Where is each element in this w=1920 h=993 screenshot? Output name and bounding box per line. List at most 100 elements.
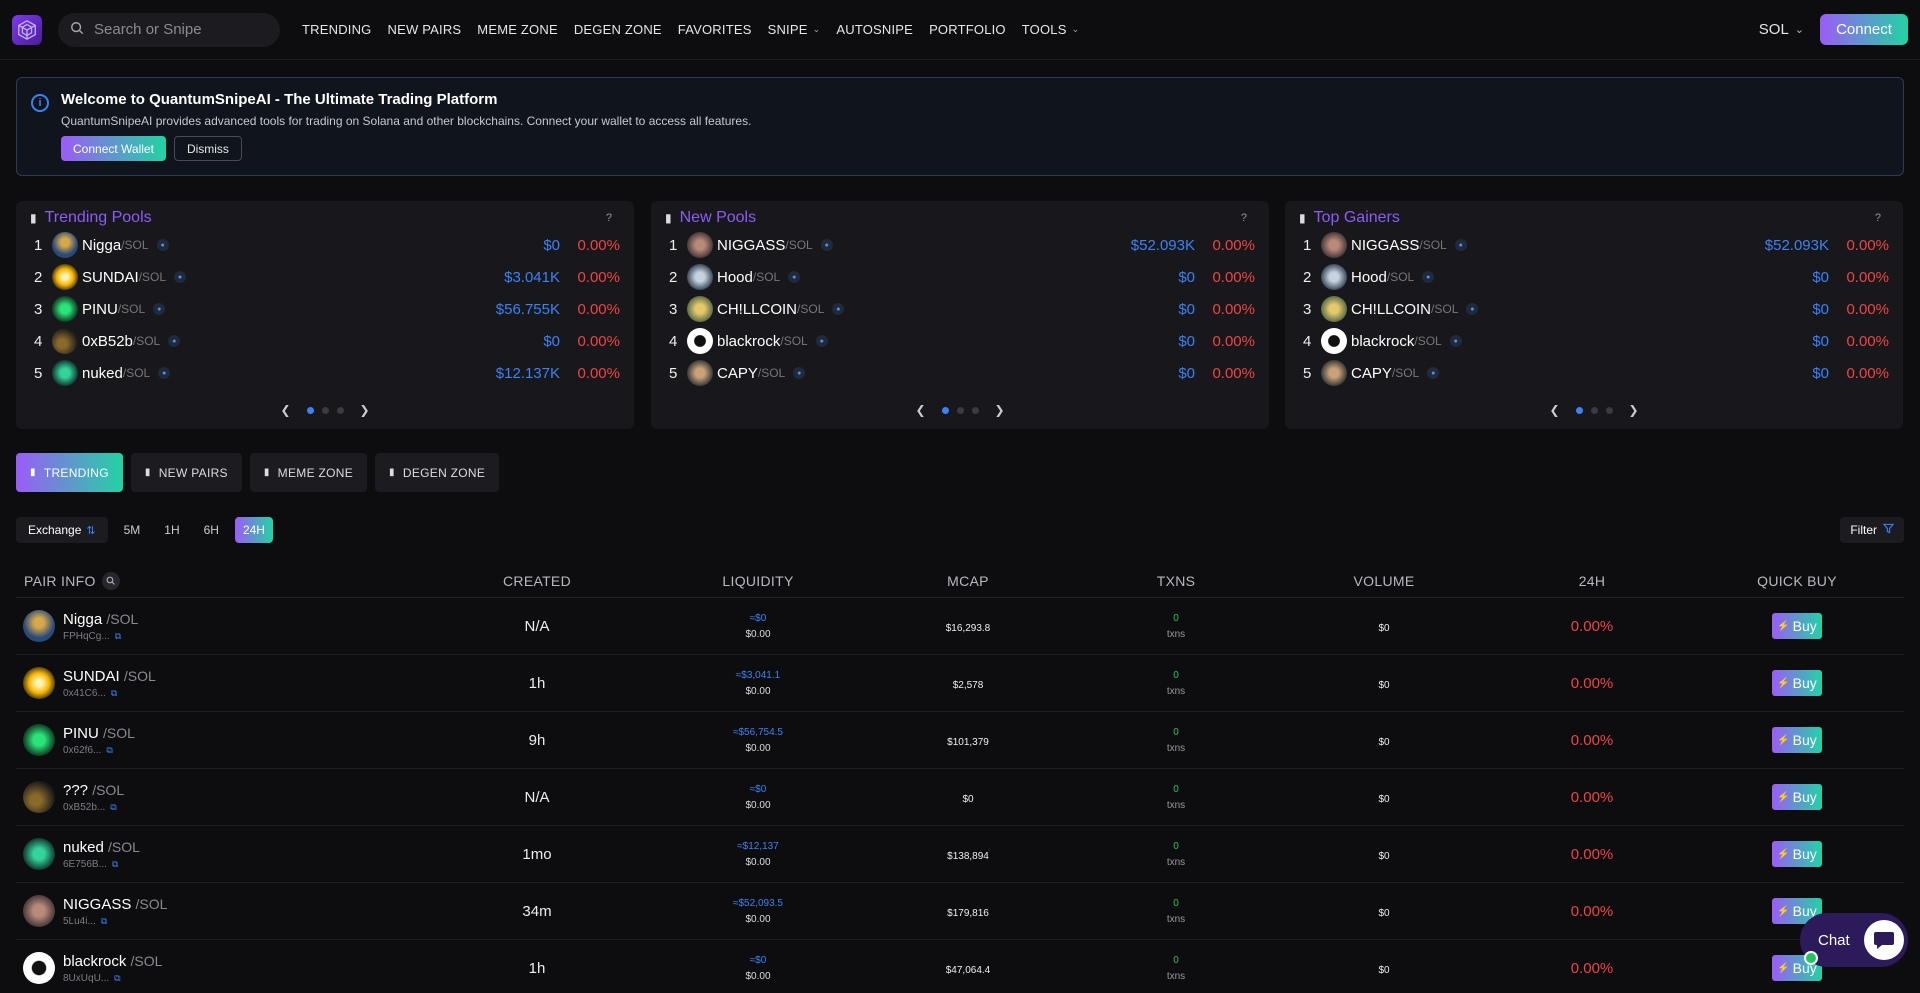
search-icon[interactable] — [101, 571, 120, 590]
menu-trending[interactable]: TRENDING — [302, 22, 372, 37]
search-icon — [70, 21, 84, 39]
timeframe-24h[interactable]: 24H — [234, 517, 273, 543]
page-dot[interactable] — [336, 406, 344, 414]
menu-favorites[interactable]: FAVORITES — [678, 22, 752, 37]
help-icon[interactable]: ? — [606, 212, 612, 224]
table-row[interactable]: ??? /SOL 0xB52b... ⧉ N/A ≈$0 $0.00 $0 0 txn… — [16, 769, 1904, 826]
connect-button[interactable]: Connect — [1820, 14, 1908, 45]
lock-icon: ● — [820, 239, 833, 251]
chevron-left-icon[interactable]: ❮ — [915, 403, 925, 417]
table-row[interactable]: PINU /SOL 0x62f6... ⧉ 9h ≈$56,754.5 $0.00 … — [16, 712, 1904, 769]
exchange-sort-button[interactable]: Exchange ⇅ — [16, 517, 108, 543]
lock-icon: ● — [1466, 303, 1479, 315]
copy-icon[interactable]: ⧉ — [114, 973, 120, 984]
quick-buy-button[interactable]: ⚡ Buy — [1772, 670, 1822, 696]
pool-row[interactable]: 3 PINU /SOL ● $56.755K 0.00% — [30, 293, 620, 325]
pool-row[interactable]: 3 CH!LLCOIN /SOL ● $0 0.00% — [1299, 293, 1889, 325]
menu-degen-zone[interactable]: DEGEN ZONE — [574, 22, 662, 37]
chevron-right-icon[interactable]: ❯ — [1629, 403, 1639, 417]
tab-icon: ▮ — [30, 467, 36, 478]
mcap-value: $101,379 — [947, 736, 989, 748]
search-box[interactable] — [58, 12, 280, 47]
buy-label: Buy — [1792, 675, 1817, 691]
chevron-right-icon[interactable]: ❯ — [995, 403, 1005, 417]
page-dot[interactable] — [971, 406, 979, 414]
connect-wallet-button[interactable]: Connect Wallet — [61, 136, 166, 161]
copy-icon[interactable]: ⧉ — [101, 916, 107, 927]
menu-meme-zone[interactable]: MEME ZONE — [477, 22, 558, 37]
copy-icon[interactable]: ⧉ — [111, 688, 117, 699]
page-dot[interactable] — [1605, 406, 1613, 414]
logo-icon[interactable] — [12, 14, 42, 45]
menu-tools[interactable]: TOOLS ⌄ — [1022, 22, 1080, 37]
copy-icon[interactable]: ⧉ — [106, 745, 112, 756]
quick-buy-button[interactable]: ⚡ Buy — [1772, 841, 1822, 867]
pair-symbol: PINU — [63, 724, 99, 742]
pool-change: 0.00% — [1212, 300, 1255, 318]
pool-row[interactable]: 3 CH!LLCOIN /SOL ● $0 0.00% — [665, 293, 1255, 325]
pool-row[interactable]: 2 SUNDAI /SOL ● $3.041K 0.00% — [30, 261, 620, 293]
menu-snipe[interactable]: SNIPE ⌄ — [768, 22, 821, 37]
page-dot[interactable] — [306, 406, 314, 414]
chevron-left-icon[interactable]: ❮ — [280, 403, 290, 417]
page-dot[interactable] — [1575, 406, 1583, 414]
help-icon[interactable]: ? — [1875, 212, 1881, 224]
timeframe-1h[interactable]: 1H — [156, 517, 187, 543]
pool-row[interactable]: 4 blackrock /SOL ● $0 0.00% — [665, 325, 1255, 357]
menu-new-pairs[interactable]: NEW PAIRS — [388, 22, 462, 37]
tab-meme-zone[interactable]: ▮ MEME ZONE — [249, 453, 368, 492]
table-row[interactable]: nuked /SOL 6E756B... ⧉ 1mo ≈$12,137 $0.00 … — [16, 826, 1904, 883]
quick-buy-button[interactable]: ⚡ Buy — [1772, 613, 1822, 639]
tab-degen-zone[interactable]: ▮ DEGEN ZONE — [375, 453, 500, 492]
page-dot[interactable] — [321, 406, 329, 414]
table-row[interactable]: blackrock /SOL 8UxUqU... ⧉ 1h ≈$0 $0.00 $4… — [16, 940, 1904, 993]
pool-row[interactable]: 2 Hood /SOL ● $0 0.00% — [1299, 261, 1889, 293]
dismiss-button[interactable]: Dismiss — [173, 136, 242, 161]
pool-row[interactable]: 1 Nigga /SOL ● $0 0.00% — [30, 229, 620, 261]
txns-label: txns — [1166, 685, 1186, 697]
pool-row[interactable]: 4 0xB52b /SOL ● $0 0.00% — [30, 325, 620, 357]
tab-trending[interactable]: ▮ TRENDING — [16, 453, 123, 492]
pool-row[interactable]: 1 NIGGASS /SOL ● $52.093K 0.00% — [1299, 229, 1889, 261]
liquidity-sub: $0.00 — [745, 799, 771, 811]
page-dot[interactable] — [941, 406, 949, 414]
pool-row[interactable]: 1 NIGGASS /SOL ● $52.093K 0.00% — [665, 229, 1255, 261]
copy-icon[interactable]: ⧉ — [110, 802, 116, 813]
pool-row[interactable]: 2 Hood /SOL ● $0 0.00% — [665, 261, 1255, 293]
buy-label: Buy — [1792, 732, 1817, 748]
quick-buy-button[interactable]: ⚡ Buy — [1772, 727, 1822, 753]
pool-value: $0 — [1812, 300, 1829, 318]
volume-value: $0 — [1378, 964, 1390, 976]
copy-icon[interactable]: ⧉ — [112, 859, 118, 870]
filter-button[interactable]: Filter — [1840, 517, 1904, 543]
txns-label: txns — [1166, 856, 1186, 868]
timeframe-5m[interactable]: 5M — [116, 517, 149, 543]
copy-icon[interactable]: ⧉ — [115, 631, 121, 642]
pair-symbol: ??? — [63, 781, 89, 799]
header-volume: VOLUME — [1353, 572, 1415, 589]
pool-row[interactable]: 5 CAPY /SOL ● $0 0.00% — [1299, 357, 1889, 389]
page-dot[interactable] — [1590, 406, 1598, 414]
table-row[interactable]: Nigga /SOL FPHqCg... ⧉ N/A ≈$0 $0.00 $16,2… — [16, 598, 1904, 655]
menu-portfolio[interactable]: PORTFOLIO — [929, 22, 1006, 37]
pool-row[interactable]: 4 blackrock /SOL ● $0 0.00% — [1299, 325, 1889, 357]
pool-change: 0.00% — [1212, 332, 1255, 350]
help-icon[interactable]: ? — [1241, 212, 1247, 224]
pool-row[interactable]: 5 nuked /SOL ● $12.137K 0.00% — [30, 357, 620, 389]
pool-change: 0.00% — [577, 332, 620, 350]
table-row[interactable]: SUNDAI /SOL 0x41C6... ⧉ 1h ≈$3,041.1 $0.00… — [16, 655, 1904, 712]
chevron-left-icon[interactable]: ❮ — [1549, 403, 1559, 417]
pool-value: $0 — [1812, 364, 1829, 382]
menu-autosnipe[interactable]: AUTOSNIPE — [836, 22, 913, 37]
pool-rank: 5 — [1303, 364, 1312, 382]
pool-row[interactable]: 5 CAPY /SOL ● $0 0.00% — [665, 357, 1255, 389]
chain-select[interactable]: SOL ⌄ — [1759, 21, 1804, 38]
search-input[interactable] — [94, 21, 254, 38]
table-row[interactable]: NIGGASS /SOL 5Lu4i... ⧉ 34m ≈$52,093.5 $0.… — [16, 883, 1904, 940]
quick-buy-button[interactable]: ⚡ Buy — [1772, 784, 1822, 810]
chevron-right-icon[interactable]: ❯ — [360, 403, 370, 417]
page-dot[interactable] — [956, 406, 964, 414]
timeframe-6h[interactable]: 6H — [196, 517, 227, 543]
pool-quote: /SOL — [1431, 302, 1459, 316]
tab-new-pairs[interactable]: ▮ NEW PAIRS — [130, 453, 242, 492]
